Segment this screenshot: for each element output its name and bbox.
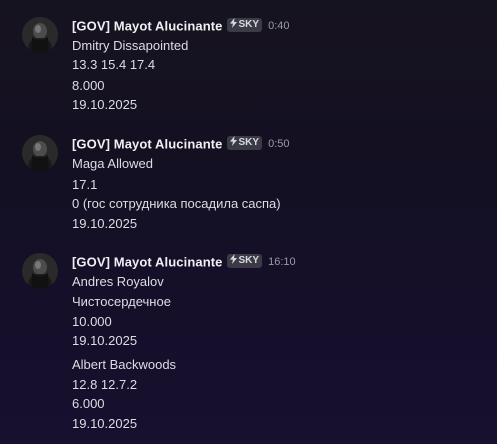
lightning-bolt-icon (229, 253, 237, 264)
message-line: 8.000 (72, 78, 105, 93)
message-line: 17.1 (72, 177, 98, 192)
message-line: 19.10.2025 (72, 216, 138, 231)
message-line: Albert Backwoods (72, 357, 177, 372)
server-tag-label: SKY (238, 136, 260, 148)
message-line: 0 (гос сотрудника посадила саспа) (72, 196, 281, 211)
message-line: 19.10.2025 (72, 333, 138, 348)
chat-log: [GOV] Mayot Alucinante SKY 0:40 Dmitry Dis… (0, 0, 497, 444)
timestamp[interactable]: 16:10 (268, 256, 296, 268)
author-name[interactable]: [GOV] Mayot Alucinante (72, 136, 223, 151)
server-tag-label: SKY (238, 18, 260, 30)
server-tag-label: SKY (238, 254, 260, 266)
message-header: [GOV] Mayot Alucinante SKY 16:10 (72, 253, 296, 271)
lightning-bolt-icon (229, 17, 237, 28)
avatar[interactable] (22, 135, 58, 171)
timestamp[interactable]: 0:50 (268, 138, 289, 150)
author-name[interactable]: [GOV] Mayot Alucinante (72, 254, 223, 269)
message-line: Чистосердечное (72, 294, 171, 309)
message-line: Maga Allowed (72, 156, 153, 171)
message-line: 12.8 12.7.2 (72, 377, 138, 392)
server-tag-badge[interactable]: SKY (226, 17, 263, 32)
message-line: Dmitry Dissapointed (72, 38, 189, 53)
message-line: 10.000 (72, 314, 112, 329)
lightning-bolt-icon (229, 135, 237, 146)
message-line: 19.10.2025 (72, 416, 138, 431)
avatar[interactable] (22, 17, 58, 53)
message-header: [GOV] Mayot Alucinante SKY 0:40 (72, 17, 290, 35)
avatar[interactable] (22, 253, 58, 289)
message-header: [GOV] Mayot Alucinante SKY 0:50 (72, 135, 290, 153)
server-tag-badge[interactable]: SKY (226, 253, 263, 268)
message-line: 6.000 (72, 396, 105, 411)
message-line: 19.10.2025 (72, 97, 138, 112)
message-line: 13.3 15.4 17.4 (72, 57, 156, 72)
author-name[interactable]: [GOV] Mayot Alucinante (72, 18, 223, 33)
timestamp[interactable]: 0:40 (268, 20, 289, 32)
message-line: Andres Royalov (72, 274, 164, 289)
server-tag-badge[interactable]: SKY (226, 135, 263, 150)
